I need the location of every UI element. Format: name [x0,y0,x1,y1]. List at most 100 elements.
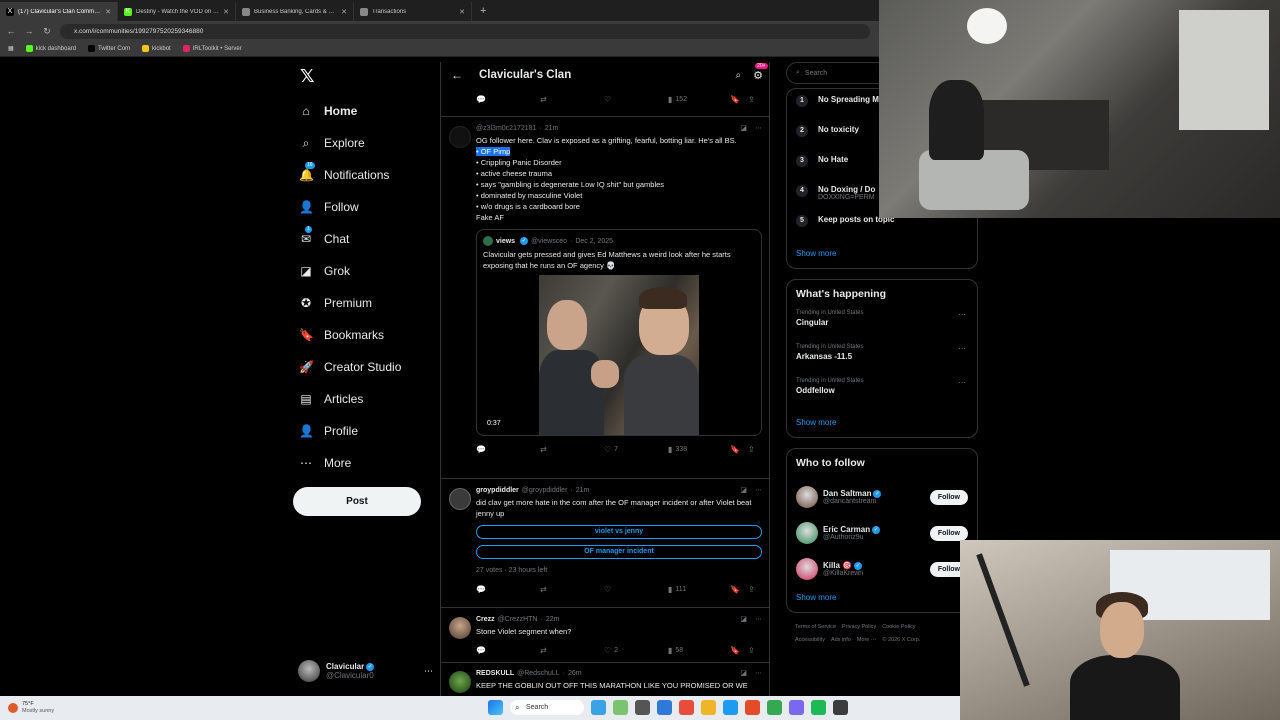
sidebar-item-creator-studio[interactable]: 🚀 Creator Studio [293,351,433,383]
taskbar-app-icon[interactable] [833,700,848,715]
footer-link[interactable]: Ads info [831,637,851,643]
show-more-link[interactable]: Show more [796,593,968,602]
bookmark-button[interactable]: 🔖 [730,445,740,454]
like-button[interactable]: ♡ [604,585,668,594]
show-more-link[interactable]: Show more [796,418,968,427]
weather-widget[interactable]: 75°F Mostly sunny [0,701,54,715]
browser-tab[interactable]: Transactions ✕ [354,2,472,21]
footer-link[interactable]: Privacy Policy [842,624,876,630]
more-icon[interactable]: ⋯ [755,486,762,494]
sidebar-item-articles[interactable]: ▤ Articles [293,383,433,415]
trend-item[interactable]: Trending in United States Oddfellow ⋯ [796,378,968,412]
views-button[interactable]: ▮ 152 [668,95,730,104]
handle[interactable]: @RedschuLL [517,670,560,677]
close-tab-icon[interactable]: ✕ [105,8,111,16]
views-button[interactable]: ▮ 111 [668,585,730,594]
quoted-post[interactable]: views ✓ @viewsceo · Dec 2, 2025 Clavicul… [476,229,762,436]
taskbar-app-icon[interactable] [613,700,628,715]
reply-button[interactable]: 💬 [476,445,540,454]
post-item[interactable]: REDSKULL @RedschuLL · 26m ◪ ⋯ KEEP THE GO… [441,669,769,693]
close-tab-icon[interactable]: ✕ [459,8,465,16]
avatar[interactable] [449,126,471,148]
post-item[interactable]: groypdiddler @groypdiddler · 21m ◪ ⋯ did … [441,486,769,596]
sidebar-item-chat[interactable]: ✉ 1 Chat [293,223,433,255]
reply-button[interactable]: 💬 [476,95,540,104]
taskbar-app-icon[interactable] [679,700,694,715]
more-icon[interactable]: ⋯ [958,310,966,319]
bookmark-item[interactable]: IRLToolkit • Server [182,45,242,52]
avatar[interactable] [449,617,471,639]
like-button[interactable]: ♡ 7 [604,445,668,454]
avatar[interactable] [449,671,471,693]
video-player[interactable]: 0:37 [477,275,761,435]
footer-link[interactable]: Accessibility [795,637,825,643]
grok-icon[interactable]: ◪ [740,486,747,494]
more-icon[interactable]: ⋯ [958,378,966,387]
more-icon[interactable]: ⋯ [755,615,762,623]
sidebar-item-explore[interactable]: ⌕ Explore [293,127,433,159]
reply-button[interactable]: 💬 [476,585,540,594]
avatar[interactable] [449,488,471,510]
repost-button[interactable]: ⇄ [540,585,604,594]
new-tab-icon[interactable]: + [472,2,494,21]
like-button[interactable]: ♡ 2 [604,646,668,655]
taskbar-app-icon[interactable] [745,700,760,715]
share-button[interactable]: ⇪ [748,445,755,454]
more-icon[interactable]: ⋯ [755,669,762,677]
search-icon[interactable]: ⌕ [736,70,742,81]
follow-suggestion[interactable]: Eric Carman ✓ @Authoriz9u Follow [796,515,968,551]
taskbar-search[interactable]: Search [510,700,584,715]
timestamp[interactable]: 26m [568,670,582,677]
reload-icon[interactable]: ↻ [42,26,52,37]
trend-item[interactable]: Trending in United States Arkansas -11.5 ⋯ [796,344,968,378]
footer-link[interactable]: Cookie Policy [882,624,915,630]
avatar[interactable] [796,522,818,544]
account-switcher[interactable]: Clavicular ✓ @Clavicular0 ⋯ [298,656,433,686]
author-name[interactable]: Crezz [476,616,495,623]
poll-option[interactable]: OF manager incident [476,545,762,559]
close-tab-icon[interactable]: ✕ [341,8,347,16]
close-tab-icon[interactable]: ✕ [223,8,229,16]
repost-button[interactable]: ⇄ [540,95,604,104]
author-name[interactable]: groypdiddler [476,487,519,494]
taskbar-app-icon[interactable] [723,700,738,715]
grok-icon[interactable]: ◪ [740,669,747,677]
post-item[interactable]: @z3l3m0c2172181 · 21m ◪ ⋯ OG follower her… [441,124,769,456]
post-item[interactable]: Crezz @CrezzHTN · 22m ◪ ⋯ Stone Violet se… [441,615,769,657]
timestamp[interactable]: 21m [576,487,590,494]
footer-link[interactable]: Terms of Service [795,624,836,630]
avatar[interactable] [796,558,818,580]
more-icon[interactable]: ⋯ [424,666,433,677]
handle[interactable]: @CrezzHTN [498,616,538,623]
author-name[interactable]: REDSKULL [476,670,514,677]
notifications-icon[interactable]: ⚙ 20+ [753,62,768,82]
repost-button[interactable]: ⇄ [540,445,604,454]
bookmark-button[interactable]: 🔖 [730,585,740,594]
browser-tab[interactable]: Business Banking, Cards & Trea... ✕ [236,2,354,21]
sidebar-item-profile[interactable]: 👤 Profile [293,415,433,447]
sidebar-item-bookmarks[interactable]: 🔖 Bookmarks [293,319,433,351]
timestamp[interactable]: 22m [546,616,560,623]
x-logo-icon[interactable]: 𝕏 [300,66,433,87]
taskbar-app-icon[interactable] [811,700,826,715]
follow-button[interactable]: Follow [929,525,968,541]
follow-button[interactable]: Follow [929,489,968,505]
browser-tab[interactable]: X (17) Clavicular's Clan Communi... ✕ [0,2,118,21]
sidebar-item-more[interactable]: ⋯ More [293,447,433,479]
more-icon[interactable]: ⋯ [958,344,966,353]
post-button[interactable]: Post [293,487,421,516]
share-button[interactable]: ⇪ [748,585,755,594]
like-button[interactable]: ♡ [604,95,668,104]
bookmark-button[interactable]: 🔖 [730,646,740,655]
grok-icon[interactable]: ◪ [740,124,747,132]
bookmark-item[interactable]: kickbot [142,45,171,52]
taskbar-app-icon[interactable] [767,700,782,715]
taskbar-app-icon[interactable] [635,700,650,715]
url-field[interactable]: x.com/i/communities/1992797520259346880 [60,23,870,39]
sidebar-item-home[interactable]: ⌂ Home [293,95,433,127]
follow-suggestion[interactable]: Killa 🎯 ✓ @KillaKrewn Follow [796,551,968,587]
handle[interactable]: @groypdiddler [522,487,568,494]
handle[interactable]: @z3l3m0c2172181 [476,125,536,132]
poll-option[interactable]: violet vs jenny [476,525,762,539]
sidebar-item-grok[interactable]: ◪ Grok [293,255,433,287]
